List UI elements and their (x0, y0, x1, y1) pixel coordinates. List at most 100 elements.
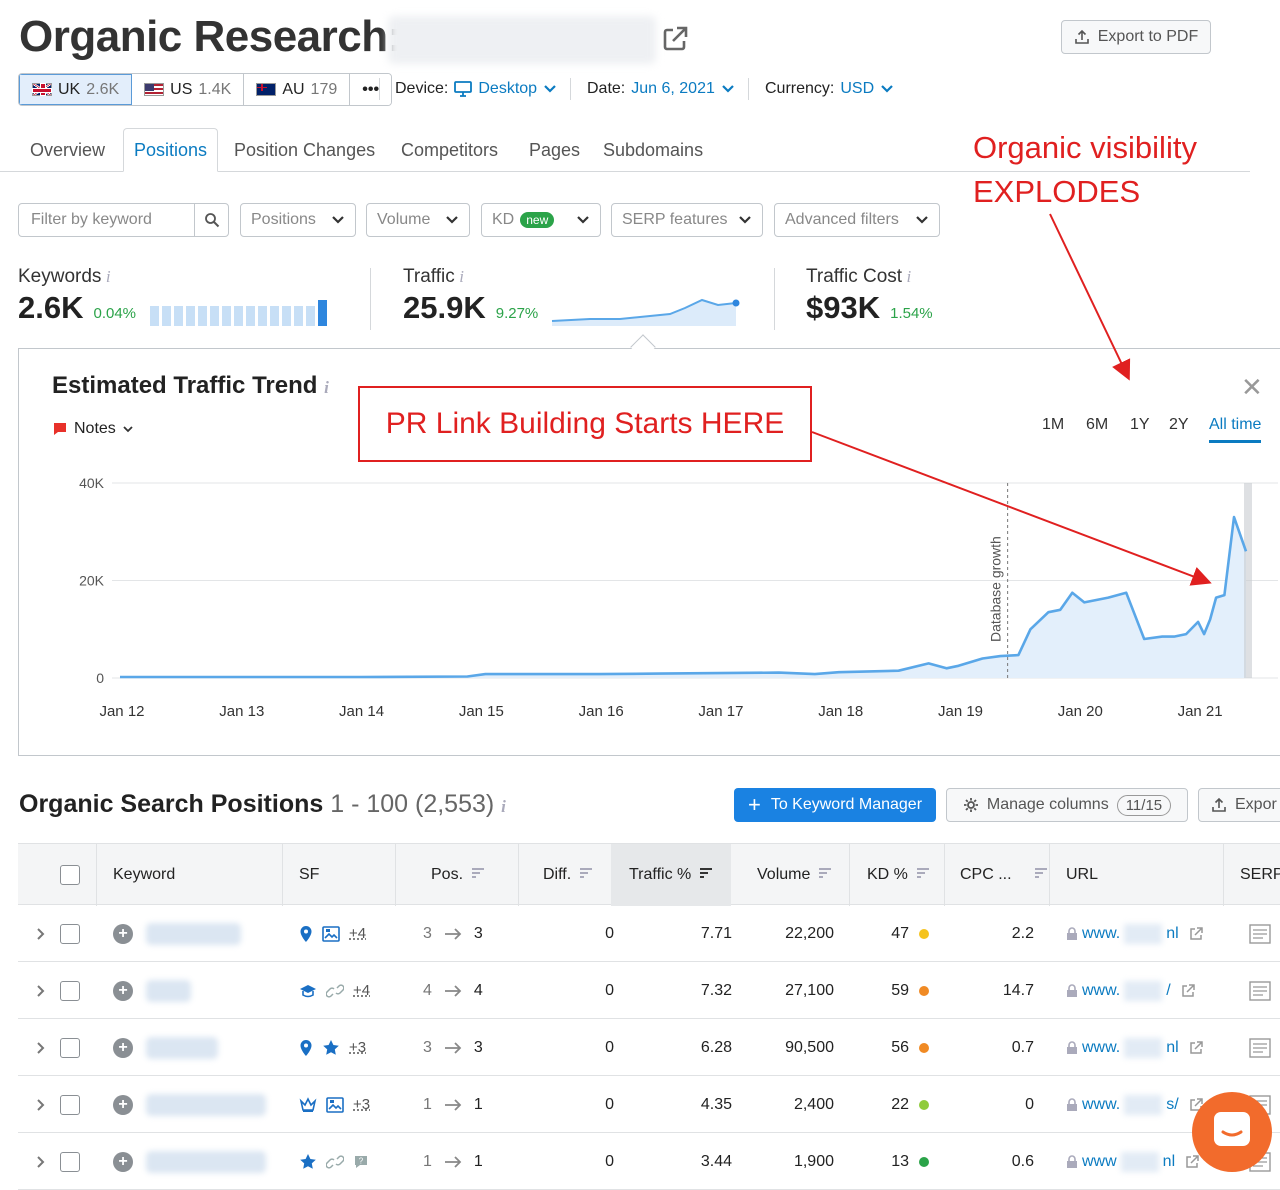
chat-widget-button[interactable] (1192, 1092, 1272, 1172)
metric-keywords[interactable]: Keywords i 2.6K 0.04% (18, 266, 136, 326)
period-all-time[interactable]: All time (1209, 416, 1262, 443)
add-to-list-icon[interactable]: + (113, 1019, 133, 1076)
tab-competitors[interactable]: Competitors (391, 128, 508, 172)
table-row[interactable]: + +4 33 0 7.71 22,200 47 2.2 www. nl (18, 905, 1280, 962)
add-to-list-icon[interactable]: + (113, 962, 133, 1019)
x-tick-label: Jan 21 (1178, 703, 1223, 720)
table-row[interactable]: + +3 33 0 6.28 90,500 56 0.7 www. nl (18, 1019, 1280, 1076)
url-cell[interactable]: www. / (1066, 962, 1195, 1019)
external-link-icon[interactable] (660, 24, 690, 54)
tab-position-changes[interactable]: Position Changes (224, 128, 385, 172)
expand-row-icon[interactable] (36, 962, 46, 1019)
db-us[interactable]: US 1.4K (132, 74, 245, 105)
notes-dropdown[interactable]: Notes (52, 420, 134, 438)
db-au[interactable]: AU 179 (244, 74, 351, 105)
serp-snapshot-icon[interactable] (1249, 1019, 1271, 1076)
add-to-list-icon[interactable]: + (113, 905, 133, 962)
col-cpc[interactable]: CPC ... (960, 844, 1048, 906)
serp-features-more[interactable]: +3 (353, 1096, 370, 1113)
row-checkbox[interactable] (60, 1076, 80, 1133)
trend-title: Estimated Traffic Trend i (52, 372, 329, 400)
serp-features-more[interactable]: +3 (349, 1039, 366, 1056)
col-pos[interactable]: Pos. (431, 844, 485, 906)
keyword-redacted[interactable] (146, 1019, 218, 1076)
device-selector[interactable]: Device: Desktop (395, 80, 557, 98)
add-to-list-icon[interactable]: + (113, 1076, 133, 1133)
expand-row-icon[interactable] (36, 1019, 46, 1076)
tab-overview[interactable]: Overview (20, 128, 115, 172)
serp-features-more[interactable]: +4 (353, 982, 370, 999)
add-to-list-icon[interactable]: + (113, 1133, 133, 1190)
more-databases-button[interactable]: ••• (350, 74, 392, 105)
serp-filter-label: SERP features (622, 211, 728, 228)
tab-positions[interactable]: Positions (123, 128, 219, 172)
col-diff[interactable]: Diff. (543, 844, 593, 906)
tab-pages[interactable]: Pages (519, 128, 590, 172)
kd-filter[interactable]: KD new (481, 203, 601, 237)
divider (370, 268, 371, 330)
positions-filter[interactable]: Positions (240, 203, 356, 237)
volume-filter[interactable]: Volume (366, 203, 470, 237)
serp-features: +3 (299, 1076, 370, 1133)
export-pdf-button[interactable]: Export to PDF (1061, 20, 1211, 54)
keyword-redacted[interactable] (146, 1133, 266, 1190)
col-kd[interactable]: KD % (867, 844, 930, 906)
url-cell[interactable]: www. s/ (1066, 1076, 1203, 1133)
table-row[interactable]: + +4 44 0 7.32 27,100 59 14.7 www. / (18, 962, 1280, 1019)
keyword-redacted[interactable] (146, 962, 191, 1019)
keyword-redacted[interactable] (146, 1076, 266, 1133)
col-traffic[interactable]: Traffic % (611, 844, 731, 906)
expand-row-icon[interactable] (36, 905, 46, 962)
col-sf[interactable]: SF (299, 844, 319, 906)
manage-columns-button[interactable]: Manage columns 11/15 (946, 788, 1188, 822)
search-button[interactable] (194, 204, 228, 236)
table-row[interactable]: + ? 11 0 3.44 1,900 13 0.6 www nl (18, 1133, 1280, 1190)
chevron-down-icon (332, 216, 344, 224)
col-keyword[interactable]: Keyword (113, 844, 175, 906)
url-text: www (1082, 1152, 1117, 1170)
date-selector[interactable]: Date: Jun 6, 2021 (587, 80, 735, 98)
serp-snapshot-icon[interactable] (1249, 962, 1271, 1019)
row-checkbox[interactable] (60, 1019, 80, 1076)
serp-snapshot-icon[interactable] (1249, 905, 1271, 962)
period-1m[interactable]: 1M (1042, 416, 1064, 434)
x-tick-label: Jan 13 (219, 703, 264, 720)
serp-features: ? (299, 1133, 378, 1190)
metric-traffic-cost[interactable]: Traffic Cost i $93K 1.54% (806, 266, 933, 326)
advanced-filters[interactable]: Advanced filters (774, 203, 940, 237)
col-serp[interactable]: SERP (1240, 844, 1280, 906)
select-all-checkbox[interactable] (60, 844, 80, 906)
positions-table-title: Organic Search Positions 1 - 100 (2,553)… (19, 790, 506, 819)
kd-value: 22 (891, 1095, 909, 1113)
tab-subdomains[interactable]: Subdomains (593, 128, 713, 172)
col-volume[interactable]: Volume (757, 844, 832, 906)
url-text: www. (1082, 924, 1121, 942)
currency-selector[interactable]: Currency: USD (765, 80, 894, 98)
expand-row-icon[interactable] (36, 1076, 46, 1133)
row-checkbox[interactable] (60, 962, 80, 1019)
serp-features-filter[interactable]: SERP features (611, 203, 763, 237)
expand-row-icon[interactable] (36, 1133, 46, 1190)
export-button[interactable]: Expor (1198, 788, 1280, 822)
url-cell[interactable]: www. nl (1066, 1019, 1203, 1076)
url-cell[interactable]: www nl (1066, 1133, 1199, 1190)
to-keyword-manager-button[interactable]: + To Keyword Manager (734, 788, 936, 822)
info-icon: i (105, 267, 111, 286)
col-url[interactable]: URL (1066, 844, 1098, 906)
close-icon[interactable]: ✕ (1241, 372, 1263, 403)
url-cell[interactable]: www. nl (1066, 905, 1203, 962)
period-1y[interactable]: 1Y (1130, 416, 1150, 434)
period-6m[interactable]: 6M (1086, 416, 1108, 434)
keyword-filter[interactable]: Filter by keyword (18, 203, 229, 237)
keyword-redacted[interactable] (146, 905, 241, 962)
row-checkbox[interactable] (60, 905, 80, 962)
period-2y[interactable]: 2Y (1169, 416, 1189, 434)
row-checkbox[interactable] (60, 1133, 80, 1190)
table-row[interactable]: + +3 11 0 4.35 2,400 22 0 www. s/ (18, 1076, 1280, 1133)
db-uk[interactable]: UK 2.6K (19, 74, 133, 105)
external-link-icon[interactable] (1189, 1040, 1203, 1055)
serp-features-more[interactable]: +4 (349, 925, 366, 942)
metric-traffic[interactable]: Traffic i 25.9K 9.27% (403, 266, 538, 326)
external-link-icon[interactable] (1181, 983, 1195, 998)
external-link-icon[interactable] (1189, 926, 1203, 941)
